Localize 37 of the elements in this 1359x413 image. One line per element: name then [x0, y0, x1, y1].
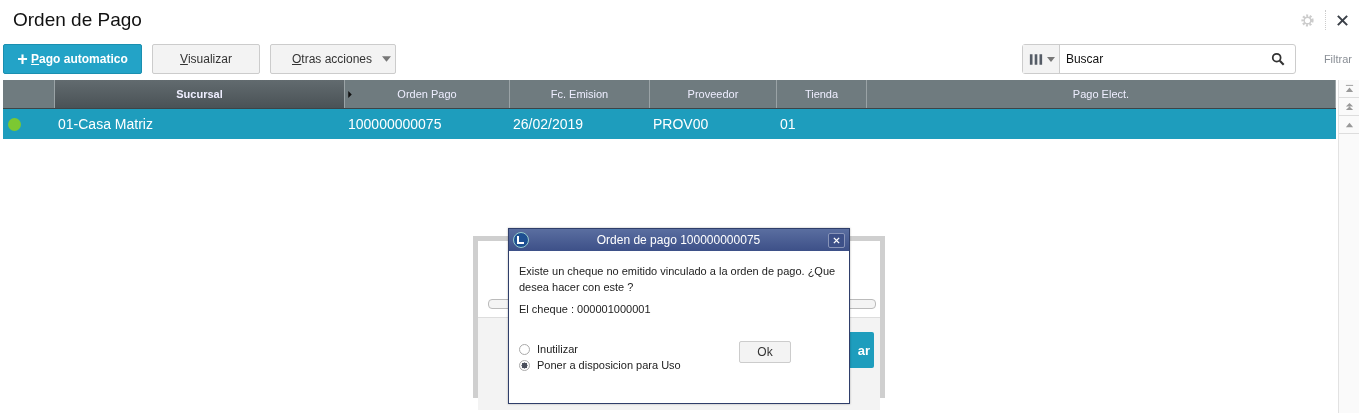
dialog-title: Orden de pago 100000000075	[595, 233, 762, 247]
radio-button[interactable]	[519, 359, 530, 371]
more-actions-button[interactable]: Otras acciones	[270, 44, 396, 74]
column-header[interactable]: Fc. Emision	[550, 88, 609, 100]
arrow-up-icon	[1344, 120, 1354, 129]
columns-icon[interactable]	[1028, 52, 1043, 66]
column-header[interactable]: Proveedor	[687, 88, 739, 100]
column-header[interactable]: Orden Pago	[397, 88, 457, 100]
filter-link[interactable]: Filtrar	[1323, 53, 1352, 65]
table-cell: 01	[780, 116, 796, 132]
sort-icon	[348, 91, 352, 98]
radio-button[interactable]	[519, 343, 530, 355]
close-icon[interactable]	[1336, 13, 1349, 27]
search-icon[interactable]	[1270, 52, 1285, 66]
column-header[interactable]: Pago Elect.	[1072, 88, 1130, 100]
column-header[interactable]: Sucursal	[176, 88, 223, 100]
close-icon	[833, 236, 840, 244]
table-cell: PROV00	[653, 116, 709, 132]
column-header[interactable]: Tienda	[804, 88, 839, 100]
option-label[interactable]: Inutilizar	[537, 343, 578, 355]
table-cell: 26/02/2019	[513, 116, 584, 132]
page-title: Orden de Pago	[13, 9, 142, 31]
app-logo-icon	[513, 232, 529, 248]
caret-icon	[382, 56, 391, 62]
table-cell: 100000000075	[348, 116, 442, 132]
ok-button[interactable]: Ok	[739, 341, 791, 363]
view-button[interactable]: Visualizar	[152, 44, 260, 74]
search-field[interactable]: Buscar	[1021, 44, 1296, 74]
option-label[interactable]: Poner a disposicion para Uso	[537, 359, 681, 371]
caret-icon	[1046, 56, 1055, 62]
cheque-number: El cheque : 000001000001	[519, 303, 652, 315]
dialog-message: Existe un cheque no emitido vinculado a la orden de pago. ¿Que desea hacer con este ?	[519, 264, 837, 295]
table-row[interactable]: 01-Casa Matriz 100000000075 26/02/2019 PROV00 01	[3, 109, 1336, 139]
close-button[interactable]	[828, 232, 845, 248]
scroll-top-icon	[1344, 84, 1354, 93]
table-cell: 01-Casa Matriz	[58, 116, 153, 132]
double-arrow-up-icon	[1344, 102, 1354, 111]
